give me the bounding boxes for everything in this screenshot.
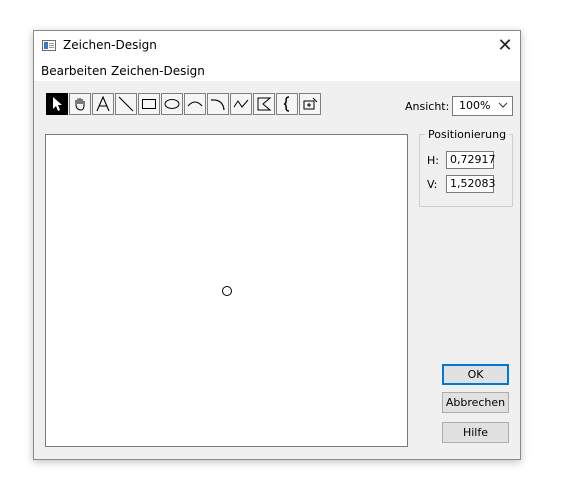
window-title: Zeichen-Design [63,38,157,52]
title-bar: Zeichen-Design ✕ [34,31,520,61]
h-label: H: [427,154,439,167]
positioning-group: Positionierung H: 0,72917 V: 1,52083 [419,128,513,207]
position-marker[interactable] [222,286,232,296]
menu-bearbeiten[interactable]: Bearbeiten [41,64,107,78]
text-icon [96,96,110,112]
tool-polygon-button[interactable] [253,93,275,115]
v-label: V: [427,178,438,191]
tool-text-button[interactable] [92,93,114,115]
positioning-legend: Positionierung [425,128,510,141]
menu-zeichen-design[interactable]: Zeichen-Design [111,64,205,78]
freehand-icon [233,99,249,108]
tool-symbol-button[interactable] [299,93,321,115]
tool-line-button[interactable] [115,93,137,115]
drawing-canvas[interactable] [45,134,408,447]
dialog-window: Zeichen-Design ✕ Bearbeiten Zeichen-Desi… [33,30,521,460]
polygon-icon [257,97,272,111]
h-field[interactable]: 0,72917 [446,151,496,169]
cancel-button[interactable]: Abbrechen [442,392,509,413]
menu-bar: Bearbeiten Zeichen-Design [34,61,520,81]
tool-ellipse-button[interactable] [161,93,183,115]
help-button[interactable]: Hilfe [442,422,509,443]
tool-hand-button[interactable] [69,93,91,115]
ok-button[interactable]: OK [442,364,509,385]
arc-icon [187,101,203,107]
v-field[interactable]: 1,52083 [446,175,496,193]
zoom-label: Ansicht: [405,100,450,113]
arrow-pointer-icon [53,97,62,111]
quarter-arc-icon [210,99,225,111]
tool-quarter-arc-button[interactable] [207,93,229,115]
ellipse-icon [164,99,180,109]
close-button[interactable]: ✕ [490,31,520,61]
zoom-value: 100% [459,99,491,112]
line-icon [118,96,134,112]
tool-brace-button[interactable] [276,93,298,115]
rectangle-icon [142,99,156,109]
tool-select-button[interactable] [46,93,68,115]
toolbar [46,93,322,117]
symbol-icon [303,97,318,110]
tool-freehand-button[interactable] [230,93,252,115]
chevron-down-icon [498,102,508,108]
app-icon [42,40,56,51]
hand-icon [75,98,85,111]
tool-rectangle-button[interactable] [138,93,160,115]
brace-icon [283,96,290,112]
zoom-select[interactable]: 100% [452,96,513,116]
tool-arc-button[interactable] [184,93,206,115]
